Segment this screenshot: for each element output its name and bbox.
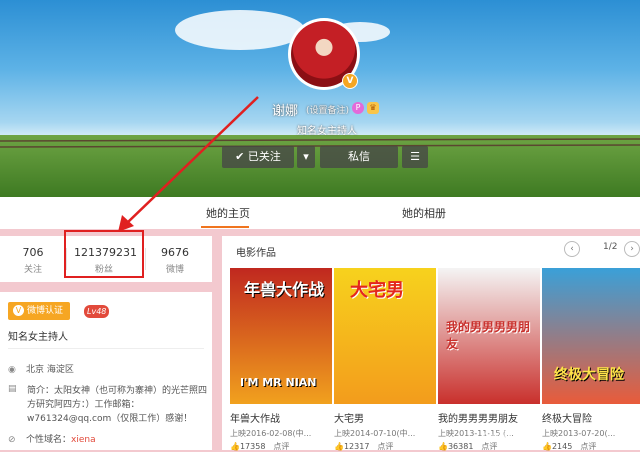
- followed-label: 已关注: [247, 150, 281, 163]
- cloud-shape: [175, 10, 305, 50]
- movie-title[interactable]: 终极大冒险: [542, 410, 640, 425]
- movie-release-date: 上映2013-07-20(...: [542, 429, 616, 438]
- document-icon: ▤: [8, 384, 17, 394]
- chevron-down-icon: ▾: [303, 150, 309, 163]
- prev-page-button[interactable]: ‹: [564, 241, 580, 257]
- check-icon: ✔: [235, 150, 245, 163]
- stat-weibo[interactable]: 9676 微博: [145, 246, 205, 275]
- message-button[interactable]: 私信: [320, 146, 398, 168]
- movies-title: 电影作品: [236, 248, 276, 259]
- movie-card[interactable]: 我的男男男男朋友 我的男男男男朋友 上映2013-11-15 (... 👍363…: [438, 268, 540, 452]
- domain-label: 个性域名：: [26, 435, 72, 445]
- crown-icon: ♛: [367, 102, 379, 114]
- movies-panel: 电影作品 ‹ 1/2 › 年兽大作战 I'M MR NIAN 年兽大作战 上映2…: [222, 236, 640, 452]
- profile-name: 谢娜: [272, 104, 299, 119]
- menu-icon: ☰: [410, 150, 420, 163]
- domain-link[interactable]: xiena: [71, 435, 96, 445]
- poster-title: 我的男男男男朋友: [446, 320, 531, 351]
- verify-label: 微博认证: [27, 306, 64, 316]
- poster-title: 年兽大作战: [244, 280, 325, 299]
- movie-card[interactable]: 终极大冒险 终极大冒险 上映2013-07-20(... 👍2145 点评: [542, 268, 640, 452]
- location-text: 北京 海淀区: [26, 365, 74, 375]
- tab-home[interactable]: 她的主页: [206, 205, 250, 221]
- stat-following-value: 706: [22, 246, 44, 259]
- movie-release-date: 上映2014-07-10(中...: [334, 429, 416, 438]
- profile-description: 知名女主持人: [297, 126, 357, 137]
- more-menu-button[interactable]: ☰: [402, 146, 428, 168]
- link-icon: ⊘: [8, 435, 16, 445]
- movie-poster[interactable]: 大宅男: [334, 268, 436, 404]
- intro-text: 简介：太阳女神（也可称为寨神）的光芒照四方研究阿四方：）工作邮箱：w761324…: [27, 386, 208, 424]
- movie-footer: 👍12317 点评: [334, 441, 436, 452]
- fans-highlight-box: [64, 230, 144, 278]
- level-badge[interactable]: Lv48: [84, 305, 110, 318]
- movie-poster[interactable]: 我的男男男男朋友: [438, 268, 540, 404]
- domain-row: ⊘ 个性域名：xiena: [8, 432, 96, 445]
- poster-title: 终极大冒险: [554, 367, 624, 383]
- member-p-icon: P: [352, 102, 364, 114]
- movie-title[interactable]: 大宅男: [334, 410, 436, 425]
- intro-row: ▤: [8, 384, 26, 394]
- profile-cover: V 谢娜 (设置备注) P ♛ 知名女主持人 ✔ 已关注 ▾ 私信 ☰: [0, 0, 640, 197]
- chevron-right-icon: ›: [630, 244, 634, 254]
- movie-footer: 👍36381 点评: [438, 441, 540, 452]
- stat-following-label: 关注: [23, 265, 42, 275]
- movie-title[interactable]: 我的男男男男朋友: [438, 410, 540, 425]
- profile-tabs: 她的主页 她的相册: [0, 197, 640, 229]
- watermark: www.jb51.net: [482, 430, 537, 439]
- stat-weibo-label: 微博: [165, 265, 184, 275]
- movie-title[interactable]: 年兽大作战: [230, 410, 332, 425]
- stat-weibo-value: 9676: [161, 246, 189, 259]
- tab-album[interactable]: 她的相册: [402, 205, 446, 221]
- divider: [8, 348, 204, 349]
- followed-button[interactable]: ✔ 已关注: [222, 146, 294, 168]
- stat-following[interactable]: 706 关注: [3, 246, 63, 275]
- poster-title: 大宅男: [350, 280, 404, 301]
- location-row: ◉ 北京 海淀区: [8, 362, 74, 375]
- verify-v-icon: V: [13, 305, 24, 316]
- set-remark-link[interactable]: (设置备注): [306, 103, 349, 116]
- weibo-verify-badge[interactable]: V 微博认证: [8, 302, 70, 320]
- poster-subtitle: I'M MR NIAN: [240, 376, 317, 389]
- movie-poster[interactable]: 终极大冒险: [542, 268, 640, 404]
- verified-badge-icon: V: [342, 73, 358, 89]
- movie-release-date: 上映2016-02-08(中...: [230, 429, 312, 438]
- verified-title: 知名女主持人: [8, 332, 68, 343]
- movie-footer: 👍2145 点评: [542, 441, 640, 452]
- movie-poster[interactable]: 年兽大作战 I'M MR NIAN: [230, 268, 332, 404]
- movie-card[interactable]: 大宅男 大宅男 上映2014-07-10(中... 👍12317 点评: [334, 268, 436, 452]
- chevron-left-icon: ‹: [570, 244, 574, 254]
- profile-info-panel: V 微博认证 Lv48 知名女主持人 ◉ 北京 海淀区 ▤: [0, 292, 212, 450]
- page-indicator: 1/2: [603, 242, 618, 252]
- next-page-button[interactable]: ›: [624, 241, 640, 257]
- movie-footer: 👍17358 点评: [230, 441, 332, 452]
- active-tab-indicator: [201, 226, 249, 228]
- movie-card[interactable]: 年兽大作战 I'M MR NIAN 年兽大作战 上映2016-02-08(中..…: [230, 268, 332, 452]
- follow-dropdown-button[interactable]: ▾: [297, 146, 315, 168]
- location-pin-icon: ◉: [8, 365, 16, 375]
